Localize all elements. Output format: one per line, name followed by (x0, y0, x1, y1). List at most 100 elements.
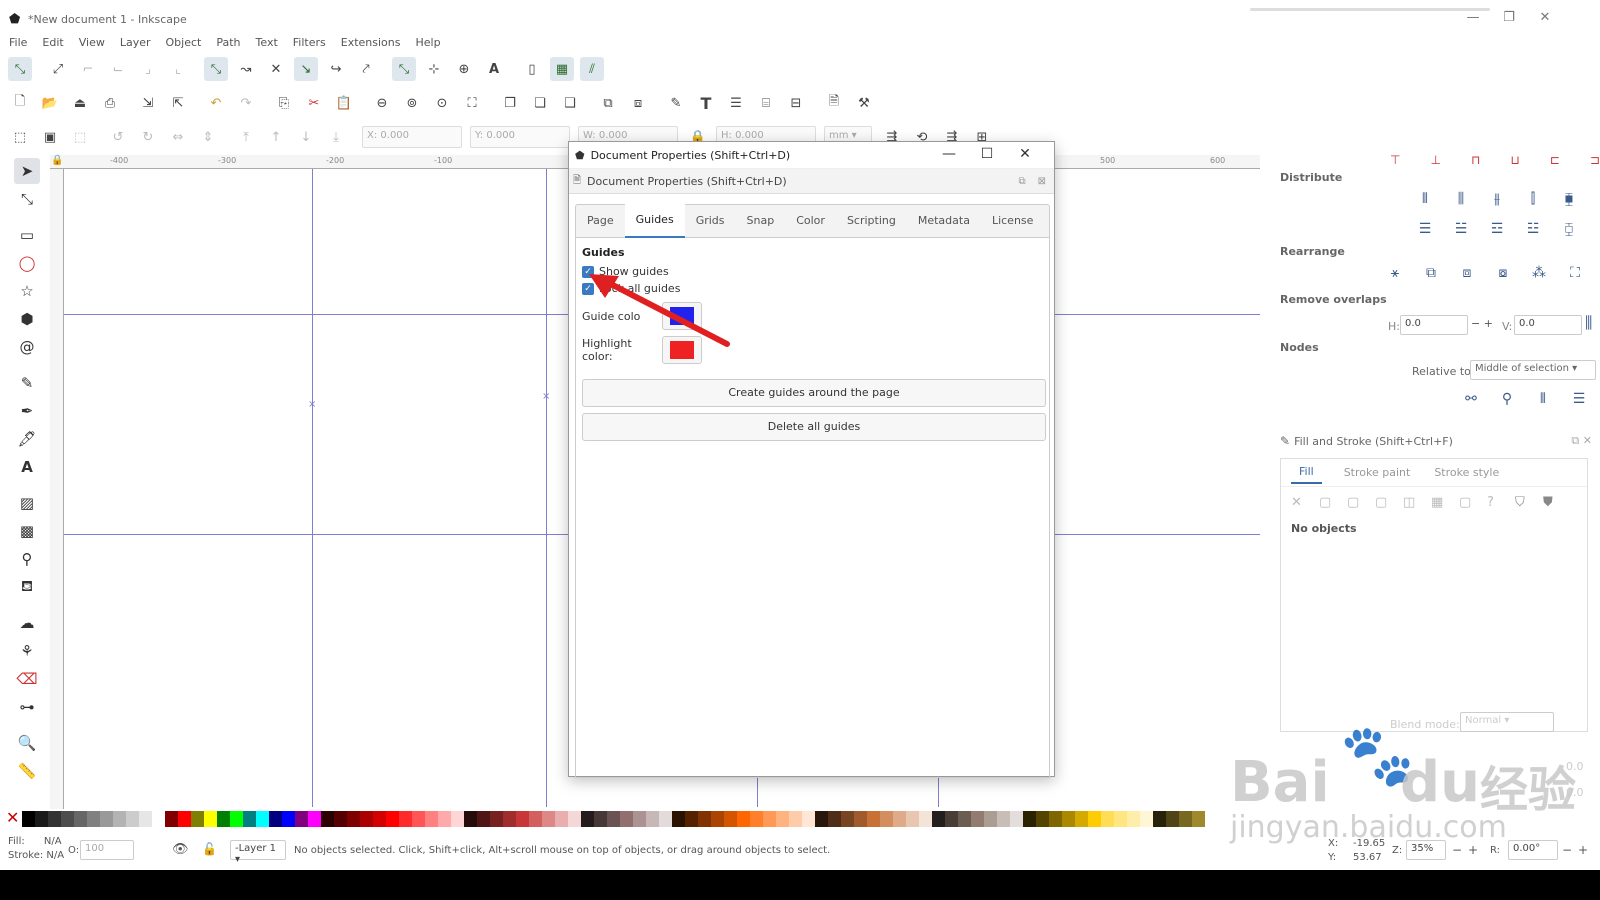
palette-swatch[interactable] (971, 811, 984, 827)
palette-swatch[interactable] (880, 811, 893, 827)
menu-object[interactable]: Object (163, 34, 205, 51)
panel-close-icon[interactable]: ⊠ (1038, 176, 1046, 187)
group-icon[interactable]: ⧉ (596, 91, 620, 115)
tweak-tool-icon[interactable]: ☁ (14, 610, 40, 636)
select-all-icon[interactable]: ⬚ (8, 125, 32, 149)
snap-page-border-icon[interactable]: ▯ (520, 57, 544, 81)
distribute-gaps-v-icon[interactable]: ☳ (1518, 217, 1548, 241)
palette-swatch[interactable] (594, 811, 607, 827)
spiral-tool-icon[interactable]: @ (14, 334, 40, 360)
zoom-tool-icon[interactable]: 🔍 (14, 730, 40, 756)
xml-editor-icon[interactable]: ⌸ (754, 91, 778, 115)
distribute-middle-icon[interactable]: ☱ (1446, 217, 1476, 241)
fill-rule-nonzero-icon[interactable]: ⛊ (1543, 495, 1571, 510)
lock-guides-row[interactable]: ✓ Lock all guides (582, 280, 1043, 297)
snap-bbox-icon[interactable]: ⤢ (46, 57, 70, 81)
palette-swatch[interactable] (737, 811, 750, 827)
exchange-z-order-icon[interactable]: ⧈ (1452, 261, 1482, 285)
palette-swatch[interactable] (191, 811, 204, 827)
tab-guides[interactable]: Guides (624, 204, 685, 238)
snap-toggle-icon[interactable]: ⤡ (8, 57, 32, 81)
paste-icon[interactable]: 📋 (332, 91, 356, 115)
h-gap-stepper[interactable]: − + (1471, 317, 1493, 330)
palette-swatch[interactable] (334, 811, 347, 827)
palette-swatch[interactable] (243, 811, 256, 827)
zoom-selection-icon[interactable]: ⊖ (370, 91, 394, 115)
align-icon[interactable]: ⊐ (1590, 153, 1600, 167)
menu-help[interactable]: Help (412, 34, 443, 51)
preferences-icon[interactable]: ⚒ (852, 91, 876, 115)
snap-bbox-edge-icon[interactable]: ⌐ (76, 57, 100, 81)
vertical-ruler[interactable] (50, 169, 64, 809)
new-document-icon[interactable]: 🗋 (8, 91, 32, 115)
text-font-icon[interactable]: T (694, 91, 718, 115)
palette-swatch[interactable] (165, 811, 178, 827)
delete-guides-button[interactable]: Delete all guides (582, 413, 1046, 441)
document-properties-icon[interactable]: 🗎 (822, 91, 846, 115)
rotate-arrange-icon[interactable]: ⛶ (1560, 261, 1590, 285)
palette-swatch[interactable] (997, 811, 1010, 827)
flat-color-icon[interactable]: ▢ (1319, 495, 1347, 510)
undo-icon[interactable]: ↶ (204, 91, 228, 115)
palette-swatch[interactable] (490, 811, 503, 827)
distribute-unclump-icon[interactable]: ⧮ (1554, 217, 1584, 241)
snap-bbox-center-icon[interactable]: ⌞ (166, 57, 190, 81)
tab-page[interactable]: Page (576, 205, 625, 237)
palette-swatch[interactable] (841, 811, 854, 827)
snap-intersection-icon[interactable]: ✕ (264, 57, 288, 81)
snap-object-center-icon[interactable]: ⊹ (422, 57, 446, 81)
dialog-minimize-button[interactable]: — (937, 146, 961, 162)
menu-file[interactable]: File (6, 34, 30, 51)
palette-swatch[interactable] (1179, 811, 1192, 827)
menu-layer[interactable]: Layer (117, 34, 154, 51)
palette-swatch[interactable] (1023, 811, 1036, 827)
paint-bucket-tool-icon[interactable]: ⛾ (14, 574, 40, 600)
palette-swatch[interactable] (100, 811, 113, 827)
dialog-titlebar[interactable]: ⬟ Document Properties (Shift+Ctrl+D) — ☐… (569, 142, 1054, 169)
raise-top-icon[interactable]: ⤒ (234, 125, 258, 149)
restore-button[interactable]: ❐ (1494, 10, 1524, 25)
mesh-tool-icon[interactable]: ▩ (14, 518, 40, 544)
tab-license[interactable]: License (981, 205, 1044, 237)
lower-bottom-icon[interactable]: ⤓ (324, 125, 348, 149)
select-all-layers-icon[interactable]: ▣ (38, 125, 62, 149)
palette-swatch[interactable] (1010, 811, 1023, 827)
x-field[interactable]: X: 0.000 (362, 126, 462, 148)
distribute-nodes-horizontal-icon[interactable]: ⫴ (1528, 387, 1558, 411)
menu-extensions[interactable]: Extensions (338, 34, 404, 51)
palette-swatch[interactable] (555, 811, 568, 827)
palette-swatch[interactable] (61, 811, 74, 827)
snap-grid-icon[interactable]: ▦ (550, 57, 574, 81)
snap-cusp-icon[interactable]: ↘ (294, 57, 318, 81)
palette-swatch[interactable] (1075, 811, 1088, 827)
palette-swatch[interactable] (35, 811, 48, 827)
palette-swatch[interactable] (269, 811, 282, 827)
graph-layout-icon[interactable]: ⚹ (1380, 261, 1410, 285)
fill-rule-evenodd-icon[interactable]: ⛉ (1515, 495, 1543, 510)
palette-swatch[interactable] (308, 811, 321, 827)
palette-swatch[interactable] (1153, 811, 1166, 827)
lower-icon[interactable]: ↓ (294, 125, 318, 149)
menu-path[interactable]: Path (213, 34, 243, 51)
palette-swatch[interactable] (919, 811, 932, 827)
opacity-field[interactable]: 100 (80, 840, 134, 860)
dialog-close-button[interactable]: ✕ (1013, 146, 1037, 162)
palette-swatch[interactable] (113, 811, 126, 827)
unclump-icon[interactable]: ⁂ (1524, 261, 1554, 285)
palette-swatch[interactable] (1166, 811, 1179, 827)
tab-snap[interactable]: Snap (736, 205, 786, 237)
highlight-color-button[interactable] (662, 336, 702, 364)
palette-swatch[interactable] (568, 811, 581, 827)
pen-tool-icon[interactable]: ✒ (14, 398, 40, 424)
palette-swatch[interactable] (854, 811, 867, 827)
palette-swatch[interactable] (906, 811, 919, 827)
eraser-tool-icon[interactable]: ⌫ (14, 666, 40, 692)
snap-smooth-icon[interactable]: ↪ (324, 57, 348, 81)
palette-swatch[interactable] (1114, 811, 1127, 827)
exchange-positions-icon[interactable]: ⧉ (1416, 261, 1446, 285)
palette-swatch[interactable] (945, 811, 958, 827)
palette-swatch[interactable] (815, 811, 828, 827)
snap-nodes-icon[interactable]: ⤡ (204, 57, 228, 81)
align-icon[interactable]: ⊏ (1550, 153, 1560, 167)
palette-swatch[interactable] (399, 811, 412, 827)
